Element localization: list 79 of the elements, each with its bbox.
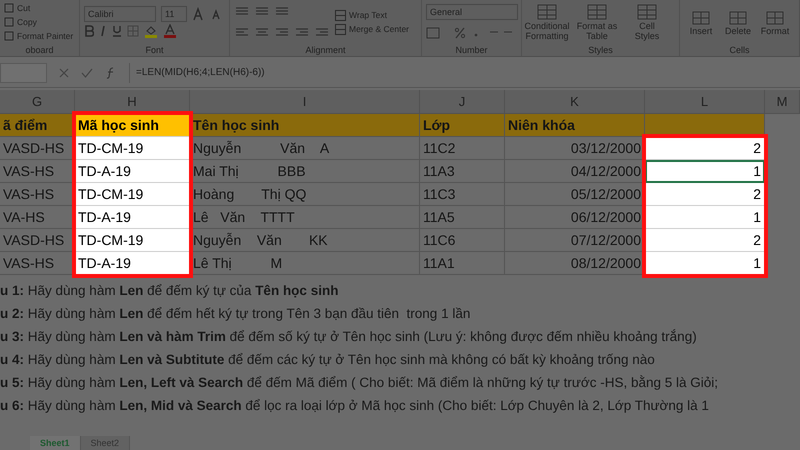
ribbon-button[interactable]: Format Painter bbox=[4, 30, 74, 42]
conditional-format-icon bbox=[537, 4, 557, 20]
table-cell: TD-A-19 bbox=[75, 206, 190, 229]
instruction-text: u 6: Hãy dùng hàm Len, Mid và Search để lọc ra loại lớp ở Mã học sinh (Cho biết: Lớp Chuyên là 2, Lớp Thường là 1 bbox=[0, 397, 710, 415]
table-cell: Hoàng Thị QQ bbox=[190, 183, 420, 206]
format-cells-icon bbox=[765, 8, 785, 24]
instruction-text: u 2: Hãy dùng hàm Len để đếm hết ký tự trong Tên 3 bạn đầu tiên trong 1 lần bbox=[0, 305, 472, 323]
result-cell: 1 bbox=[645, 252, 765, 275]
column-header[interactable]: K bbox=[505, 90, 645, 114]
column-header[interactable]: I bbox=[190, 90, 420, 114]
ribbon-button[interactable]: Insert bbox=[684, 8, 718, 36]
header-cell: Lớp bbox=[420, 114, 505, 137]
column-header[interactable]: M bbox=[765, 90, 800, 114]
borders-icon[interactable] bbox=[127, 25, 139, 37]
ribbon-button[interactable]: Format bbox=[758, 8, 792, 36]
column-header[interactable]: L bbox=[645, 90, 765, 114]
table-cell: TD-CM-19 bbox=[75, 183, 190, 206]
italic-icon[interactable] bbox=[99, 25, 107, 37]
ribbon-button[interactable]: Format as Table bbox=[576, 4, 618, 40]
cell-styles-icon bbox=[637, 4, 657, 20]
check-icon[interactable] bbox=[81, 68, 93, 78]
result-cell: 2 bbox=[645, 229, 765, 252]
table-cell: Lê Văn TTTT bbox=[190, 206, 420, 229]
ribbon-button[interactable]: Merge & Center bbox=[335, 23, 409, 35]
result-cell: 1 bbox=[645, 160, 765, 183]
ribbon-button[interactable]: Cut bbox=[4, 2, 74, 14]
ribbon-button[interactable]: Copy bbox=[4, 16, 74, 28]
table-cell: 11A5 bbox=[420, 206, 505, 229]
table-cell: 11A3 bbox=[420, 160, 505, 183]
instruction-text: u 1: Hãy dùng hàm Len để đếm ký tự của Tên học sinh bbox=[0, 282, 340, 300]
group-label: Alignment bbox=[304, 44, 347, 56]
result-cell: 1 bbox=[645, 206, 765, 229]
table-cell: TD-CM-19 bbox=[75, 137, 190, 160]
table-cell: Nguyễn Văn A bbox=[190, 137, 420, 160]
sheet-tab[interactable]: Sheet1 bbox=[30, 436, 81, 450]
table-icon bbox=[335, 24, 346, 34]
table-cell: Lê Thị M bbox=[190, 252, 420, 275]
ribbon-button[interactable]: Cell Styles bbox=[626, 4, 668, 40]
underline-icon[interactable] bbox=[112, 25, 122, 37]
table-cell: TD-A-19 bbox=[75, 160, 190, 183]
result-cell: 2 bbox=[645, 183, 765, 206]
number-format-dropdown[interactable]: General bbox=[426, 4, 518, 20]
table-cell: 11A1 bbox=[420, 252, 505, 275]
header-cell: Tên học sinh bbox=[190, 114, 420, 137]
table-format-icon bbox=[587, 4, 607, 20]
ribbon-button[interactable]: Conditional Formatting bbox=[526, 4, 568, 40]
column-header[interactable]: J bbox=[420, 90, 505, 114]
font-color-icon[interactable] bbox=[163, 24, 177, 38]
bold-icon[interactable] bbox=[84, 25, 94, 37]
table-cell: 11C2 bbox=[420, 137, 505, 160]
table-icon bbox=[335, 10, 346, 20]
table-cell: Mai Thị BBB bbox=[190, 160, 420, 183]
font-name-dropdown[interactable]: Calibri bbox=[84, 6, 156, 22]
delete-cells-icon bbox=[728, 8, 748, 24]
header-cell: Mã học sinh bbox=[75, 114, 190, 137]
group-label: oboard bbox=[24, 44, 55, 56]
group-label: Number bbox=[454, 44, 488, 56]
table-cell: TD-A-19 bbox=[75, 252, 190, 275]
header-cell: ã điểm bbox=[0, 114, 75, 137]
fill-color-icon[interactable] bbox=[144, 24, 158, 38]
font-size-dropdown[interactable]: 11 bbox=[161, 6, 187, 22]
result-cell: 2 bbox=[645, 137, 765, 160]
insert-cells-icon bbox=[691, 8, 711, 24]
column-header[interactable]: G bbox=[0, 90, 75, 114]
instruction-text: u 5: Hãy dùng hàm Len, Left và Search để đếm Mã điểm ( Cho biết: Mã điểm là những ký tự trước -HS, bằng 5 là Giỏi; bbox=[0, 374, 720, 392]
group-label: Cells bbox=[728, 44, 750, 56]
table-cell: Nguyễn Văn KK bbox=[190, 229, 420, 252]
table-cell: TD-CM-19 bbox=[75, 229, 190, 252]
table-cell: 11C3 bbox=[420, 183, 505, 206]
instruction-text: u 4: Hãy dùng hàm Len và Subtitute để đếm các ký tự ở Tên học sinh mà không có bất kỳ khoảng trống nào bbox=[0, 351, 656, 369]
cancel-icon[interactable] bbox=[59, 68, 69, 78]
instruction-text: u 3: Hãy dùng hàm Len và hàm Trim để đếm số ký tự ở Tên học sinh (Lưu ý: không được đếm nhiều khoảng trắng) bbox=[0, 328, 698, 346]
ribbon-button[interactable]: Wrap Text bbox=[335, 9, 409, 21]
formula-field[interactable]: =LEN(MID(H6;4;LEN(H6)-6)) bbox=[129, 63, 800, 83]
ribbon-button[interactable]: Delete bbox=[721, 8, 755, 36]
table-cell: 11C6 bbox=[420, 229, 505, 252]
group-label: Font bbox=[144, 44, 164, 56]
group-label: Styles bbox=[587, 44, 614, 56]
header-cell: Niên khóa bbox=[505, 114, 645, 137]
